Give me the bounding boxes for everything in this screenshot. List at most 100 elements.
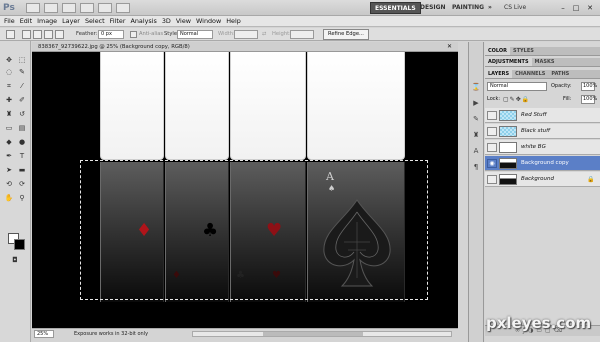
dodge-tool-icon[interactable]: ● (16, 137, 28, 147)
tab-masks[interactable]: MASKS (532, 58, 558, 66)
workspace-design[interactable]: DESIGN (416, 2, 450, 14)
healing-brush-tool-icon[interactable]: ✚ (3, 95, 15, 105)
layer-row[interactable]: Black stuff (485, 124, 600, 139)
bridge-button[interactable] (26, 3, 40, 13)
menu-image[interactable]: Image (37, 16, 62, 26)
zoom-level-button[interactable] (80, 3, 94, 13)
document-close-icon[interactable]: ✕ (447, 42, 452, 52)
shape-tool-icon[interactable]: ▬ (16, 165, 28, 175)
menu-file[interactable]: File (4, 16, 20, 26)
marquee-selection (80, 160, 428, 300)
marquee-tool-icon[interactable]: ⬚ (16, 55, 28, 65)
layer-row-selected[interactable]: ◉ Background copy (485, 156, 600, 171)
refine-edge-button[interactable]: Refine Edge... (323, 29, 369, 40)
tab-paths[interactable]: PATHS (548, 70, 572, 78)
history-panel-icon[interactable]: ⌛ (471, 82, 481, 92)
type-tool-icon[interactable]: T (16, 151, 28, 161)
layer-row[interactable]: Background 🔒 (485, 172, 600, 187)
character-panel-icon[interactable]: A (471, 146, 481, 156)
paragraph-panel-icon[interactable]: ¶ (471, 162, 481, 172)
fill-input[interactable]: 100% (581, 95, 597, 104)
mini-bridge-button[interactable] (44, 3, 58, 13)
gradient-tool-icon[interactable]: ▤ (16, 123, 28, 133)
tab-channels[interactable]: CHANNELS (512, 70, 548, 78)
layer-row[interactable]: white BG (485, 140, 600, 155)
visibility-toggle[interactable] (487, 175, 497, 184)
card-top-3 (230, 52, 306, 160)
tab-layers[interactable]: LAYERS (485, 70, 513, 78)
menu-3d[interactable]: 3D (162, 16, 176, 26)
minimize-icon[interactable]: – (557, 3, 569, 13)
menu-edit[interactable]: Edit (20, 16, 37, 26)
menu-select[interactable]: Select (85, 16, 110, 26)
lasso-tool-icon[interactable]: ◌ (3, 67, 15, 77)
clone-stamp-tool-icon[interactable]: ♜ (3, 109, 15, 119)
arrange-documents-button[interactable] (98, 3, 112, 13)
visibility-toggle[interactable] (487, 143, 497, 152)
screen-mode-button[interactable] (116, 3, 130, 13)
workspace-essentials[interactable]: ESSENTIALS (370, 2, 421, 14)
cs-live-menu[interactable]: CS Live (504, 3, 526, 13)
quick-select-tool-icon[interactable]: ✎ (16, 67, 28, 77)
opacity-label: Opacity: (551, 83, 572, 89)
new-selection-icon[interactable] (22, 30, 31, 39)
path-selection-tool-icon[interactable]: ➤ (3, 165, 15, 175)
crop-tool-icon[interactable]: ⌗ (3, 81, 15, 91)
pen-tool-icon[interactable]: ✒ (3, 151, 15, 161)
brush-tool-icon[interactable]: ✐ (16, 95, 28, 105)
opacity-input[interactable]: 100% (581, 82, 597, 91)
marquee-tool-preset-icon[interactable] (6, 30, 15, 39)
background-color-swatch[interactable] (14, 239, 25, 250)
add-selection-icon[interactable] (33, 30, 42, 39)
view-extras-button[interactable] (62, 3, 76, 13)
eraser-tool-icon[interactable]: ▭ (3, 123, 15, 133)
menu-window[interactable]: Window (196, 16, 226, 26)
lock-options-icons[interactable]: ▢✎✥🔒 (503, 95, 530, 104)
card-top-1 (100, 52, 164, 160)
3d-rotate-tool-icon[interactable]: ⟲ (3, 179, 15, 189)
history-brush-tool-icon[interactable]: ↺ (16, 109, 28, 119)
visibility-toggle[interactable] (487, 111, 497, 120)
swap-icon[interactable]: ⇄ (262, 30, 266, 39)
maximize-icon[interactable]: □ (570, 3, 582, 13)
document-status-bar: 25% Exposure works in 32-bit only (32, 328, 458, 338)
visibility-toggle[interactable] (487, 127, 497, 136)
height-input[interactable] (290, 30, 314, 39)
menu-view[interactable]: View (176, 16, 196, 26)
quick-mask-icon[interactable]: ◘ (9, 255, 21, 265)
subtract-selection-icon[interactable] (44, 30, 53, 39)
workspace-more[interactable]: » (484, 2, 496, 14)
intersect-selection-icon[interactable] (55, 30, 64, 39)
eye-icon[interactable]: ◉ (487, 159, 497, 168)
antialias-checkbox[interactable] (130, 31, 137, 38)
scrollbar-thumb[interactable] (263, 332, 363, 336)
status-text[interactable]: Exposure works in 32-bit only (74, 330, 148, 338)
tab-adjustments[interactable]: ADJUSTMENTS (485, 58, 532, 66)
eyedropper-tool-icon[interactable]: ⁄ (16, 81, 28, 91)
width-input[interactable] (234, 30, 258, 39)
document-tab[interactable]: 838367_92739622.jpg @ 25% (Background co… (32, 42, 458, 52)
menu-analysis[interactable]: Analysis (130, 16, 161, 26)
feather-input[interactable]: 0 px (98, 30, 124, 39)
style-select[interactable]: Normal (177, 30, 213, 39)
blend-mode-select[interactable]: Normal (487, 82, 547, 91)
clone-source-panel-icon[interactable]: ♜ (471, 130, 481, 140)
move-tool-icon[interactable]: ✥ (3, 55, 15, 65)
brushes-panel-icon[interactable]: ✎ (471, 114, 481, 124)
hand-tool-icon[interactable]: ✋ (3, 193, 15, 203)
tab-color[interactable]: COLOR (485, 47, 511, 55)
zoom-field[interactable]: 25% (34, 330, 54, 338)
document-canvas[interactable]: ♦ ♣ ♥ ♦ ♣ ♥ A ♠ (32, 52, 458, 328)
layer-row[interactable]: Red Stuff (485, 108, 600, 123)
tab-styles[interactable]: STYLES (510, 47, 537, 55)
actions-panel-icon[interactable]: ▶ (471, 98, 481, 108)
3d-camera-tool-icon[interactable]: ⟳ (16, 179, 28, 189)
zoom-tool-icon[interactable]: ⚲ (16, 193, 28, 203)
menu-layer[interactable]: Layer (62, 16, 85, 26)
workspace-painting[interactable]: PAINTING (448, 2, 488, 14)
horizontal-scrollbar[interactable] (192, 331, 452, 337)
close-icon[interactable]: ✕ (584, 3, 596, 13)
menu-help[interactable]: Help (226, 16, 246, 26)
menu-filter[interactable]: Filter (110, 16, 131, 26)
blur-tool-icon[interactable]: ◆ (3, 137, 15, 147)
